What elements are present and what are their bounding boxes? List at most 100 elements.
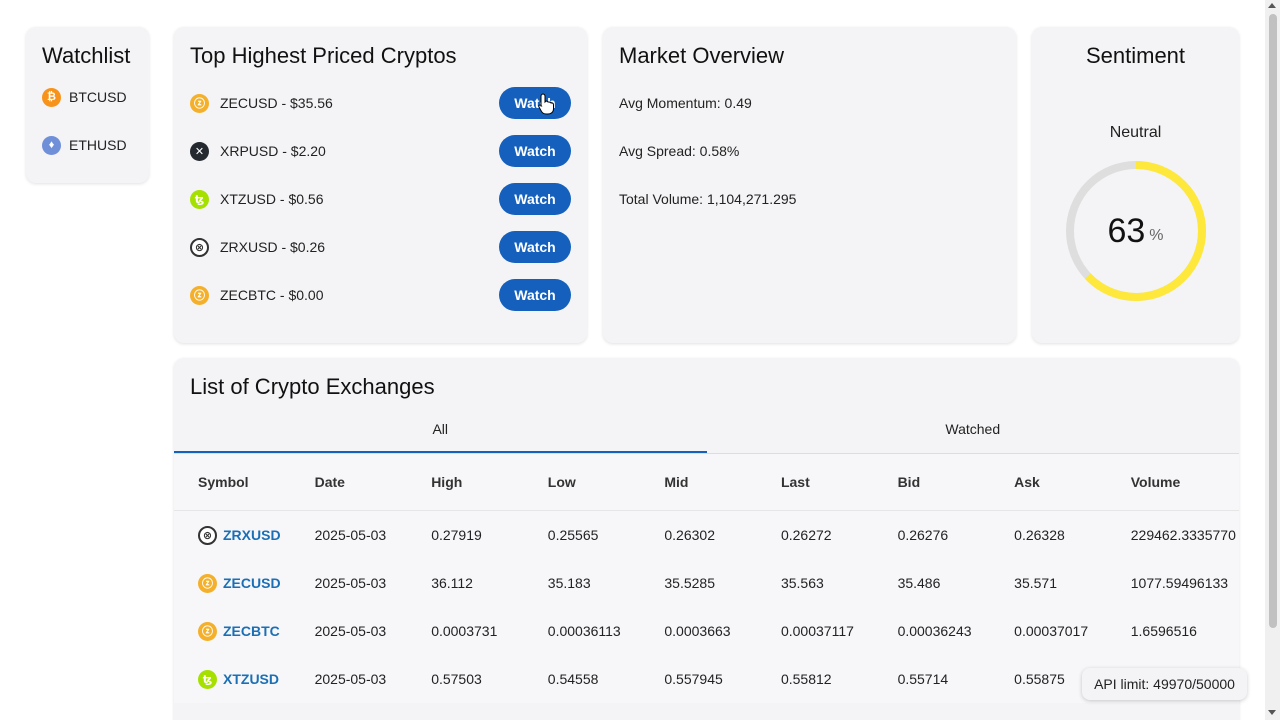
zcash-icon: ⓩ [198, 621, 217, 641]
xrp-icon: ✕ [190, 141, 209, 161]
scroll-up-icon[interactable] [1268, 3, 1276, 8]
cell-low: 0.54558 [547, 671, 599, 687]
symbol-text: ZECUSD [223, 575, 281, 591]
top-crypto-label: XRPUSD - $2.20 [220, 143, 326, 159]
sentiment-card: Sentiment Neutral 63 % [1032, 27, 1239, 343]
cell-mid: 35.5285 [664, 575, 715, 591]
column-header[interactable]: Ask [990, 474, 1107, 490]
sentiment-gauge: 63 % [1061, 156, 1211, 306]
cell-ask: 35.571 [1014, 575, 1057, 591]
watchlist-item-label: BTCUSD [69, 89, 127, 105]
cell-last: 0.26272 [780, 527, 832, 543]
symbol-text: ZRXUSD [223, 527, 281, 543]
hand-cursor-icon [538, 93, 554, 115]
scrollbar-thumb[interactable] [1269, 14, 1277, 628]
watch-button[interactable]: Watch [499, 135, 571, 167]
column-header[interactable]: Symbol [174, 474, 291, 490]
symbol-link[interactable]: ꜩ XTZUSD [198, 669, 291, 689]
column-header[interactable]: Mid [640, 474, 757, 490]
watch-button[interactable]: Watch [499, 87, 571, 119]
cell-high: 0.0003731 [431, 623, 498, 639]
top-crypto-row: ✕ XRPUSD - $2.20 Watch [190, 127, 571, 175]
zcash-icon: ⓩ [190, 93, 209, 113]
watchlist-item-ethusd[interactable]: ♦ ETHUSD [42, 121, 149, 169]
exchange-tabs: All Watched [174, 416, 1239, 454]
api-limit-badge: API limit: 49970/50000 [1082, 668, 1247, 700]
cell-high: 0.57503 [431, 671, 482, 687]
cell-volume: 1.6596516 [1130, 623, 1197, 639]
cell-high: 0.27919 [431, 527, 482, 543]
exchanges-table: Symbol Date High Low Mid Last Bid Ask Vo… [174, 454, 1239, 703]
bitcoin-icon: ₿ [42, 87, 61, 107]
avg-momentum: Avg Momentum: 0.49 [619, 95, 752, 111]
zcash-icon: ⓩ [198, 573, 217, 593]
0x-icon: ⊗ [190, 237, 209, 257]
cell-volume: 229462.3335770 [1130, 527, 1236, 543]
cell-date: 2025-05-03 [314, 575, 387, 591]
top-crypto-row: ⊗ ZRXUSD - $0.26 Watch [190, 223, 571, 271]
cell-date: 2025-05-03 [314, 623, 387, 639]
market-overview-card: Market Overview Avg Momentum: 0.49 Avg S… [603, 27, 1016, 343]
avg-spread: Avg Spread: 0.58% [619, 143, 740, 159]
cell-low: 0.00036113 [547, 623, 621, 639]
sentiment-unit: % [1149, 227, 1164, 244]
column-header[interactable]: Last [757, 474, 874, 490]
column-header[interactable]: Date [291, 474, 408, 490]
cell-last: 35.563 [780, 575, 824, 591]
tezos-icon: ꜩ [198, 669, 217, 689]
ethereum-icon: ♦ [42, 135, 61, 155]
sentiment-label: Neutral [1109, 124, 1162, 141]
cell-bid: 0.26276 [897, 527, 949, 543]
symbol-text: XTZUSD [223, 671, 279, 687]
top-crypto-label: XTZUSD - $0.56 [220, 191, 324, 207]
top-crypto-label: ZECBTC - $0.00 [220, 287, 324, 303]
table-row: ⓩ ZECUSD 2025-05-03 36.112 35.183 35.5285… [174, 559, 1239, 607]
column-header[interactable]: Bid [874, 474, 991, 490]
cell-ask: 0.00037017 [1014, 623, 1089, 639]
cell-low: 0.25565 [547, 527, 599, 543]
cell-low: 35.183 [547, 575, 591, 591]
watchlist-title: Watchlist [42, 43, 131, 68]
top-crypto-row: ⓩ ZECBTC - $0.00 Watch [190, 271, 571, 319]
sentiment-value: 63 [1107, 211, 1146, 250]
exchanges-title: List of Crypto Exchanges [190, 374, 435, 399]
watch-button[interactable]: Watch [499, 279, 571, 311]
cell-mid: 0.0003663 [664, 623, 731, 639]
watch-button[interactable]: Watch [499, 231, 571, 263]
sentiment-title: Sentiment [1085, 43, 1186, 68]
page-scrollbar[interactable] [1265, 0, 1280, 720]
symbol-link[interactable]: ⊗ ZRXUSD [198, 525, 291, 545]
watchlist-item-btcusd[interactable]: ₿ BTCUSD [42, 73, 149, 121]
symbol-text: ZECBTC [223, 623, 280, 639]
cell-mid: 0.26302 [664, 527, 715, 543]
top-crypto-row: ⓩ ZECUSD - $35.56 Watch [190, 79, 571, 127]
watch-button[interactable]: Watch [499, 183, 571, 215]
top-cryptos-card: Top Highest Priced Cryptos ⓩ ZECUSD - $3… [174, 27, 587, 343]
tezos-icon: ꜩ [190, 189, 209, 209]
zcash-icon: ⓩ [190, 285, 209, 305]
cell-bid: 0.55714 [897, 671, 949, 687]
symbol-link[interactable]: ⓩ ZECUSD [198, 573, 291, 593]
cell-ask: 0.26328 [1014, 527, 1065, 543]
cell-volume: 1077.59496133 [1130, 575, 1229, 591]
scroll-down-icon[interactable] [1268, 710, 1276, 715]
tab-watched[interactable]: Watched [707, 416, 1240, 453]
watchlist-card: Watchlist ₿ BTCUSD ♦ ETHUSD [26, 27, 149, 183]
cell-date: 2025-05-03 [314, 671, 387, 687]
column-header[interactable]: High [407, 474, 524, 490]
total-volume: Total Volume: 1,104,271.295 [619, 191, 797, 207]
table-row: ⊗ ZRXUSD 2025-05-03 0.27919 0.25565 0.263… [174, 511, 1239, 559]
tab-all[interactable]: All [174, 416, 707, 453]
top-cryptos-title: Top Highest Priced Cryptos [190, 43, 457, 68]
top-crypto-label: ZRXUSD - $0.26 [220, 239, 326, 255]
watchlist-item-label: ETHUSD [69, 137, 127, 153]
symbol-link[interactable]: ⓩ ZECBTC [198, 621, 291, 641]
column-header[interactable]: Low [524, 474, 641, 490]
table-header: Symbol Date High Low Mid Last Bid Ask Vo… [174, 454, 1239, 511]
top-crypto-row: ꜩ XTZUSD - $0.56 Watch [190, 175, 571, 223]
cell-date: 2025-05-03 [314, 527, 387, 543]
table-row: ⓩ ZECBTC 2025-05-03 0.0003731 0.00036113 … [174, 607, 1239, 655]
cell-bid: 0.00036243 [897, 623, 972, 639]
column-header[interactable]: Volume [1107, 474, 1224, 490]
cell-last: 0.00037117 [780, 623, 854, 639]
